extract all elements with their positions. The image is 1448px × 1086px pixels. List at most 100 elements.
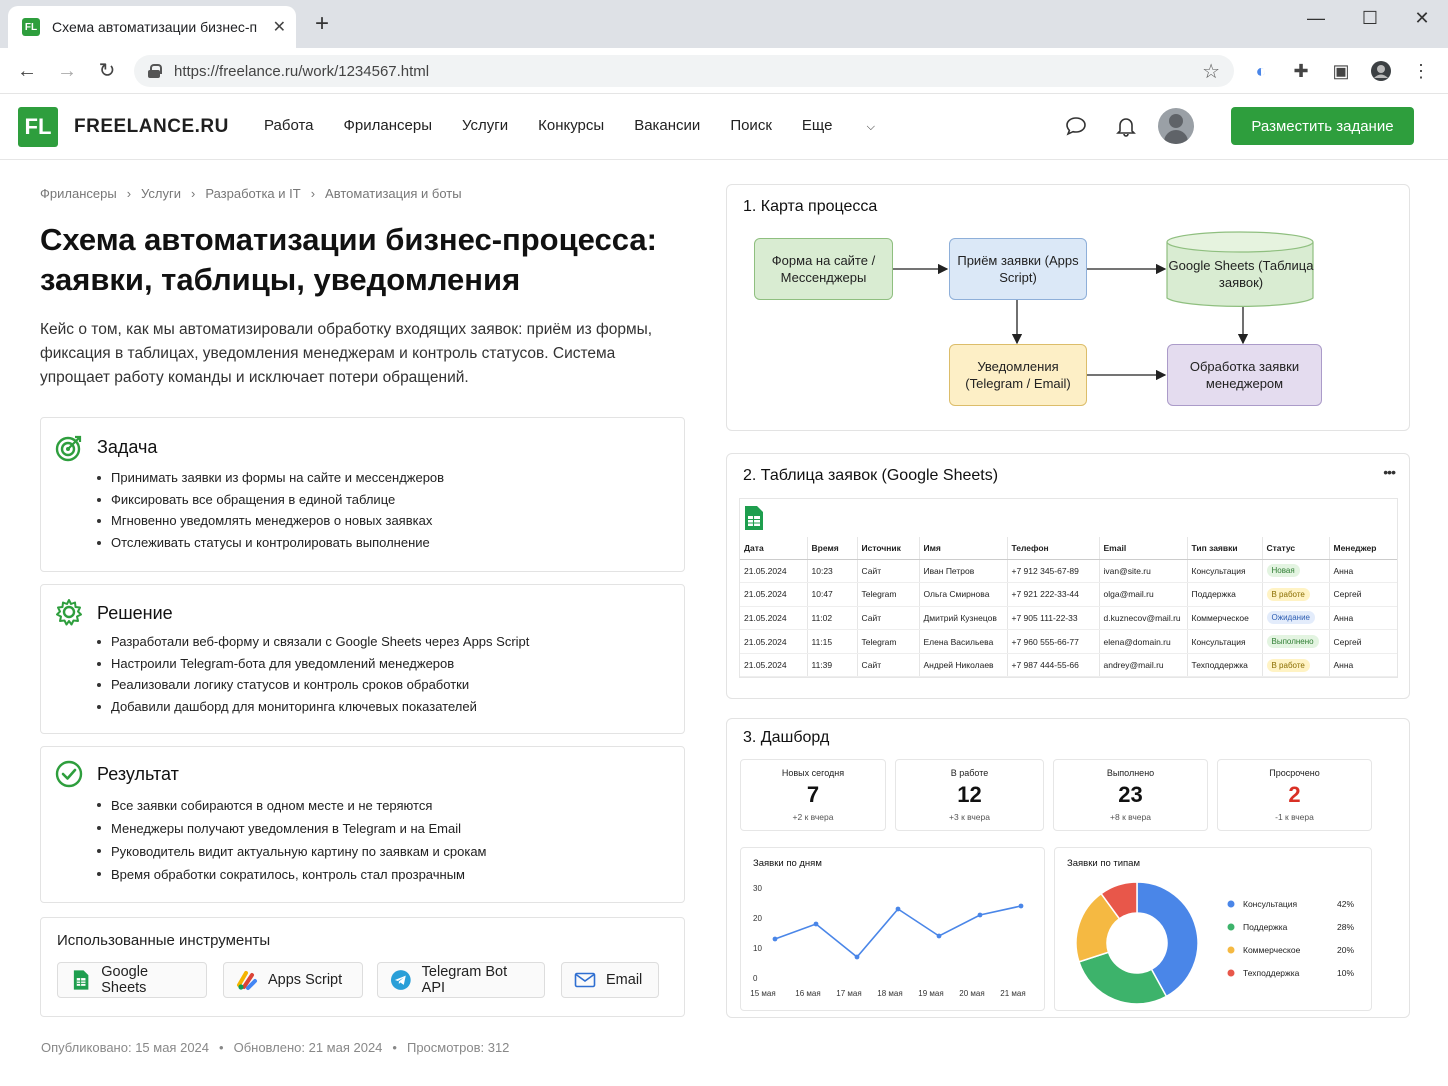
table-cell[interactable]: В работе — [1262, 653, 1330, 678]
breadcrumb-item[interactable]: Разработка и IT — [205, 186, 300, 201]
menu-dots-icon[interactable]: ⋮ — [1410, 60, 1432, 82]
table-cell[interactable]: elena@domain.ru — [1099, 629, 1188, 654]
table-cell[interactable]: olga@mail.ru — [1099, 582, 1188, 607]
bookmark-star-icon[interactable]: ☆ — [1202, 59, 1220, 84]
table-cell[interactable]: d.kuznecov@mail.ru — [1099, 606, 1188, 631]
column-header[interactable]: Email — [1099, 537, 1188, 560]
nav-item-more[interactable]: Еще ⌵ — [802, 117, 905, 134]
table-cell[interactable]: 21.05.2024 — [740, 606, 808, 631]
table-row[interactable]: 21.05.2024 11:15 Telegram Елена Васильева +7… — [740, 629, 1397, 654]
table-cell[interactable]: +7 960 555-66-77 — [1007, 629, 1100, 654]
data-point[interactable] — [895, 906, 901, 912]
data-point[interactable] — [854, 954, 860, 960]
breadcrumb-item[interactable]: Услуги — [141, 186, 181, 201]
url-text[interactable]: https://freelance.ru/work/1234567.html — [174, 63, 429, 80]
table-cell[interactable]: Сайт — [857, 559, 920, 584]
data-point[interactable] — [1018, 903, 1024, 909]
breadcrumb-item[interactable]: Фрилансеры — [40, 186, 117, 201]
table-cell[interactable]: +7 987 444-55-66 — [1007, 653, 1100, 678]
nav-item-search[interactable]: Поиск — [730, 117, 772, 134]
table-cell[interactable]: Поддержка — [1187, 582, 1263, 607]
table-cell[interactable]: 10:23 — [807, 559, 858, 584]
table-cell[interactable]: Анна — [1329, 653, 1397, 678]
column-header[interactable]: Дата — [740, 537, 808, 560]
table-cell[interactable]: Елена Васильева — [919, 629, 1008, 654]
table-cell[interactable]: +7 912 345-67-89 — [1007, 559, 1100, 584]
table-cell[interactable]: В работе — [1262, 582, 1330, 607]
table-cell[interactable]: Сергей — [1329, 629, 1397, 654]
more-options-icon[interactable]: ••• — [1383, 464, 1396, 480]
reload-icon[interactable]: ↻ — [94, 58, 120, 84]
table-cell[interactable]: Выполнено — [1262, 629, 1330, 654]
breadcrumb-item[interactable]: Автоматизация и боты — [325, 186, 462, 201]
table-cell[interactable]: Анна — [1329, 606, 1397, 631]
nav-item-contests[interactable]: Конкурсы — [538, 117, 604, 134]
table-cell[interactable]: +7 921 222-33-44 — [1007, 582, 1100, 607]
table-cell[interactable]: andrey@mail.ru — [1099, 653, 1188, 678]
column-header[interactable]: Время — [807, 537, 858, 560]
maximize-icon[interactable]: ☐ — [1358, 8, 1382, 29]
new-tab-icon[interactable]: + — [310, 10, 334, 40]
tool-telegram-bot-api[interactable]: Telegram Bot API — [377, 962, 545, 998]
donut-slice[interactable] — [1078, 951, 1168, 1005]
table-cell[interactable]: Консультация — [1187, 629, 1263, 654]
table-cell[interactable]: Ожидание — [1262, 606, 1330, 631]
column-header[interactable]: Телефон — [1007, 537, 1100, 560]
post-task-button[interactable]: Разместить задание — [1231, 107, 1414, 145]
table-cell[interactable]: Коммерческое — [1187, 606, 1263, 631]
browser-tab[interactable]: FL Схема автоматизации бизнес-п ✕ — [8, 6, 296, 48]
column-header[interactable]: Статус — [1262, 537, 1330, 560]
table-cell[interactable]: Telegram — [857, 582, 920, 607]
tool-email[interactable]: Email — [561, 962, 659, 998]
site-logo-icon[interactable]: FL — [18, 107, 58, 147]
url-omnibox[interactable]: https://freelance.ru/work/1234567.html ☆ — [134, 55, 1234, 87]
column-header[interactable]: Тип заявки — [1187, 537, 1263, 560]
column-header[interactable]: Менеджер — [1329, 537, 1397, 560]
table-cell[interactable]: Telegram — [857, 629, 920, 654]
table-cell[interactable]: Сайт — [857, 606, 920, 631]
nav-item-freelancers[interactable]: Фрилансеры — [344, 117, 432, 134]
tool-google-sheets[interactable]: Google Sheets — [57, 962, 207, 998]
data-point[interactable] — [936, 933, 942, 939]
sidepanel-icon[interactable]: ▣ — [1330, 60, 1352, 82]
table-row[interactable]: 21.05.2024 11:39 Сайт Андрей Николаев +7 987… — [740, 653, 1397, 678]
table-cell[interactable]: Анна — [1329, 559, 1397, 584]
table-cell[interactable]: Ольга Смирнова — [919, 582, 1008, 607]
table-cell[interactable]: Техподдержка — [1187, 653, 1263, 678]
puzzle-icon[interactable]: ✚ — [1290, 60, 1312, 82]
table-row[interactable]: 21.05.2024 10:23 Сайт Иван Петров +7 912 345… — [740, 559, 1397, 584]
tool-apps-script[interactable]: Apps Script — [223, 962, 363, 998]
table-cell[interactable]: Новая — [1262, 559, 1330, 584]
back-icon[interactable]: ← — [14, 58, 40, 84]
table-row[interactable]: 21.05.2024 11:02 Сайт Дмитрий Кузнецов +7 90… — [740, 606, 1397, 631]
extension-icon[interactable]: ◐ — [1250, 60, 1272, 82]
chat-icon[interactable] — [1064, 114, 1088, 138]
tab-close-icon[interactable]: ✕ — [273, 17, 286, 37]
data-point[interactable] — [813, 921, 819, 927]
window-close-icon[interactable]: ✕ — [1410, 8, 1434, 29]
table-cell[interactable]: Сайт — [857, 653, 920, 678]
table-cell[interactable]: 10:47 — [807, 582, 858, 607]
table-cell[interactable]: 11:39 — [807, 653, 858, 678]
table-row[interactable]: 21.05.2024 10:47 Telegram Ольга Смирнова +7 … — [740, 582, 1397, 607]
nav-item-services[interactable]: Услуги — [462, 117, 508, 134]
bell-icon[interactable] — [1114, 114, 1138, 138]
minimize-icon[interactable]: — — [1304, 8, 1328, 29]
data-point[interactable] — [772, 936, 778, 942]
table-cell[interactable]: Иван Петров — [919, 559, 1008, 584]
table-cell[interactable]: 21.05.2024 — [740, 629, 808, 654]
profile-icon[interactable] — [1370, 60, 1392, 82]
table-cell[interactable]: 11:15 — [807, 629, 858, 654]
table-cell[interactable]: 21.05.2024 — [740, 559, 808, 584]
table-cell[interactable]: 21.05.2024 — [740, 653, 808, 678]
data-point[interactable] — [977, 912, 983, 918]
table-cell[interactable]: Дмитрий Кузнецов — [919, 606, 1008, 631]
table-cell[interactable]: ivan@site.ru — [1099, 559, 1188, 584]
site-logo-text[interactable]: FREELANCE.RU — [74, 116, 229, 138]
nav-item-vacancies[interactable]: Вакансии — [634, 117, 700, 134]
table-cell[interactable]: Андрей Николаев — [919, 653, 1008, 678]
table-cell[interactable]: +7 905 111-22-33 — [1007, 606, 1100, 631]
table-cell[interactable]: 21.05.2024 — [740, 582, 808, 607]
table-cell[interactable]: 11:02 — [807, 606, 858, 631]
table-cell[interactable]: Консультация — [1187, 559, 1263, 584]
